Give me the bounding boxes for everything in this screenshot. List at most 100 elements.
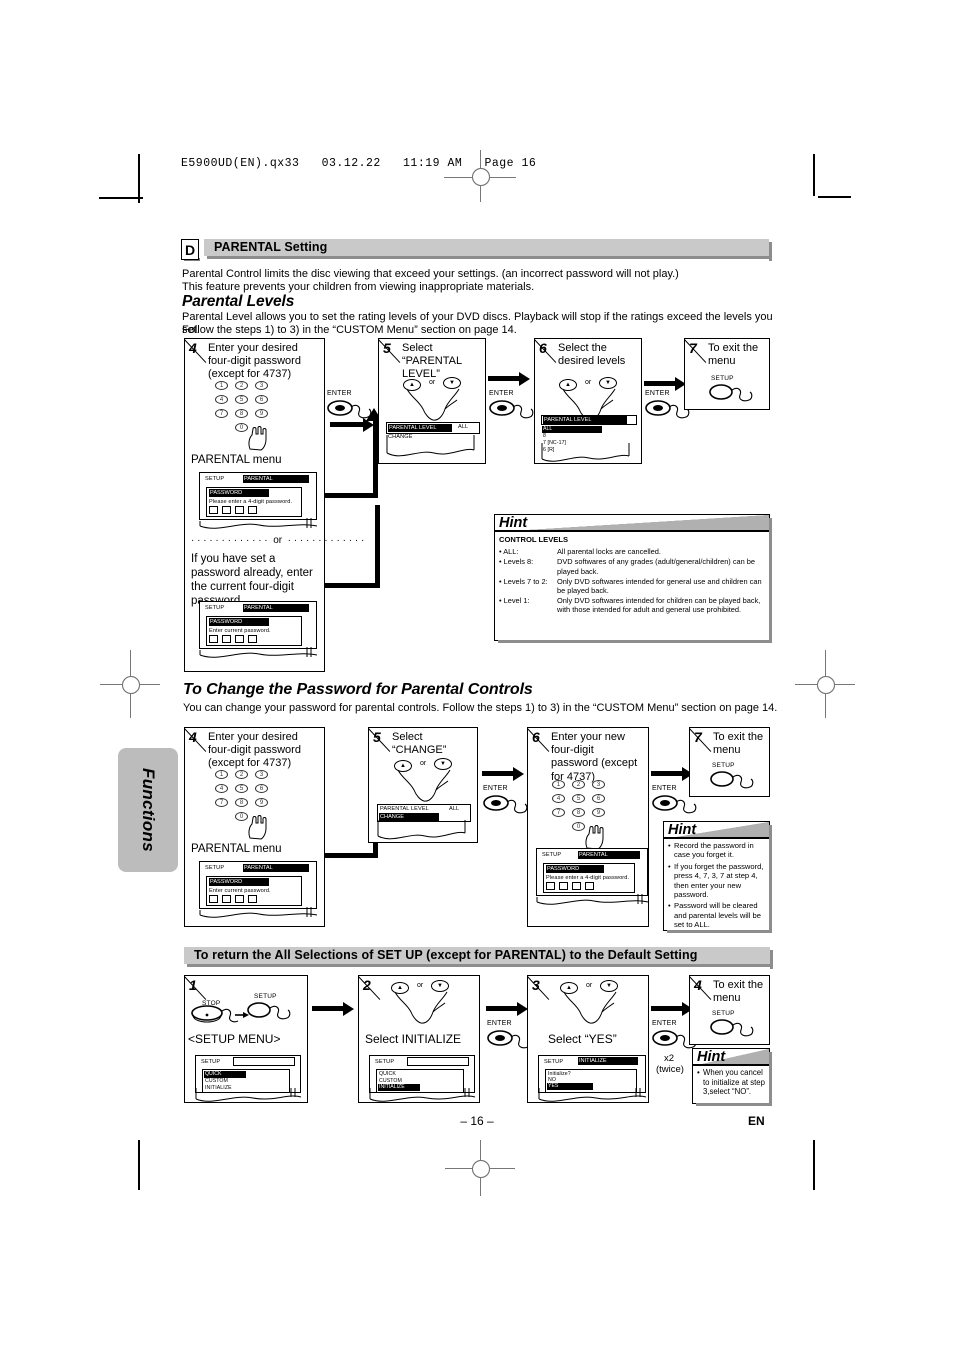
enter-button-icon[interactable] xyxy=(483,793,529,819)
step-box-5-change: 5 Select “CHANGE” ▲ or ▼ PARENTAL LEVEL … xyxy=(368,727,478,843)
osd-setup-menu-initialize: SETUP QUICK CUSTOM INITIALIZE xyxy=(369,1055,477,1102)
or-label: or xyxy=(586,982,593,989)
keypad-key-5[interactable]: 5 xyxy=(235,395,248,404)
osd-setup-label: SETUP xyxy=(375,1059,395,1065)
osd-item-quick[interactable]: QUICK xyxy=(379,1071,396,1077)
side-tab-functions: Functions xyxy=(118,748,178,872)
hint-row-value: All parental locks are cancelled. xyxy=(557,547,661,557)
flow-arrow-step5-to-step6 xyxy=(488,372,534,386)
osd-password-box xyxy=(546,882,555,890)
registration-mark-right xyxy=(795,650,855,718)
osd-parental-level-list: PARENTAL LEVEL ALL 8 7 [NC-17] 6 [R] xyxy=(541,415,639,463)
step-instruction: To exit the menu xyxy=(713,979,764,1005)
osd-torn-edge xyxy=(536,894,649,905)
keypad-key-4[interactable]: 4 xyxy=(215,395,228,404)
osd-list-item-all[interactable]: ALL xyxy=(542,426,602,433)
osd-list-item-8[interactable]: 8 xyxy=(543,433,546,439)
select-initialize-caption: Select INITIALIZE xyxy=(365,1032,462,1046)
hint-box-password: Hint Record the password in case you for… xyxy=(663,821,772,933)
osd-torn-edge xyxy=(386,435,475,457)
osd-tab-parental: PARENTAL xyxy=(243,864,309,872)
crop-mark-bottom-left-v xyxy=(138,1140,140,1190)
step-number: 1 xyxy=(189,977,197,993)
keypad-key-4[interactable]: 4 xyxy=(552,794,565,803)
hand-press-icon xyxy=(563,991,617,1024)
keypad-key-9[interactable]: 9 xyxy=(255,409,268,418)
keypad-key-3[interactable]: 3 xyxy=(255,381,268,390)
osd-password-box xyxy=(235,635,244,643)
osd-row-parental-level: PARENTAL LEVEL xyxy=(388,424,452,432)
keypad-key-6[interactable]: 6 xyxy=(255,784,268,793)
keypad-key-8[interactable]: 8 xyxy=(235,409,248,418)
osd-item-custom[interactable]: CUSTOM xyxy=(205,1078,228,1084)
hint-box-control-levels: Hint CONTROL LEVELS • ALL: All parental l… xyxy=(494,514,772,643)
enter-label: ENTER xyxy=(487,1020,512,1027)
keypad-key-2[interactable]: 2 xyxy=(572,780,585,789)
osd-password-box xyxy=(248,895,257,903)
osd-password-new: SETUP PARENTAL PASSWORD Please enter a 4… xyxy=(536,848,656,905)
section-header-parental: PARENTAL Setting xyxy=(204,239,772,261)
enter-label: ENTER xyxy=(489,390,514,397)
keypad-key-9[interactable]: 9 xyxy=(592,808,605,817)
flow-arrow-init-s1-to-s2 xyxy=(312,1002,358,1016)
change-password-desc: You can change your password for parenta… xyxy=(183,702,778,714)
osd-torn-edge xyxy=(199,907,318,918)
osd-setup-label: SETUP xyxy=(544,1059,564,1065)
keypad-key-8[interactable]: 8 xyxy=(235,798,248,807)
or-label: or xyxy=(585,379,592,386)
enter-button-icon[interactable] xyxy=(489,398,535,424)
setup-menu-caption: <SETUP MENU> xyxy=(188,1032,281,1046)
keypad-key-7[interactable]: 7 xyxy=(215,798,228,807)
keypad-key-7[interactable]: 7 xyxy=(552,808,565,817)
keypad-key-1[interactable]: 1 xyxy=(215,381,228,390)
keypad-key-4[interactable]: 4 xyxy=(215,784,228,793)
step-number: 5 xyxy=(383,340,391,356)
osd-setup-label: SETUP xyxy=(205,865,225,871)
keypad-key-1[interactable]: 1 xyxy=(552,780,565,789)
hint-item: Password will be cleared and parental le… xyxy=(668,901,766,929)
osd-torn-edge xyxy=(377,820,466,840)
section-header-title: PARENTAL Setting xyxy=(214,240,328,254)
flow-arrow-change-s5-to-s6 xyxy=(482,767,528,781)
hint-item: If you forget the password, press 4, 7, … xyxy=(668,862,766,900)
keypad-key-1[interactable]: 1 xyxy=(215,770,228,779)
step-box-6-levels: 6 Select the desired levels ▲ or ▼ PAREN… xyxy=(534,338,642,464)
osd-field-password: PASSWORD xyxy=(209,618,269,626)
osd-item-quick[interactable]: QUICK xyxy=(204,1071,246,1078)
osd-tab-parental: PARENTAL xyxy=(578,851,640,859)
section-header-initialize: To return the All Selections of SET UP (… xyxy=(184,947,773,969)
osd-setup-label: SETUP xyxy=(205,605,225,611)
keypad-key-5[interactable]: 5 xyxy=(572,794,585,803)
hint-row-value: Only DVD softwares intended for general … xyxy=(557,576,762,596)
keypad-key-7[interactable]: 7 xyxy=(215,409,228,418)
step-box-1-initialize: 1 STOP SETUP <SETUP MENU> SETUP QUICK CU… xyxy=(184,975,308,1103)
keypad-key-9[interactable]: 9 xyxy=(255,798,268,807)
step-number: 6 xyxy=(539,340,547,356)
keypad-key-6[interactable]: 6 xyxy=(255,395,268,404)
step-instruction: To exit the menu xyxy=(713,731,764,757)
manual-page: E5900UD(EN).qx33 03.12.22 11:19 AM Page … xyxy=(0,0,954,1351)
keypad-key-2[interactable]: 2 xyxy=(235,381,248,390)
hint-row-key: • Level 1: xyxy=(499,596,530,606)
hand-press-icon xyxy=(397,769,451,802)
step-instruction: Enter your desired four-digit password (… xyxy=(208,731,301,770)
keypad-key-3[interactable]: 3 xyxy=(592,780,605,789)
keypad-key-3[interactable]: 3 xyxy=(255,770,268,779)
setup-button-label: SETUP xyxy=(711,375,734,382)
hint-row: • Levels 7 to 2: Only DVD softwares inten… xyxy=(499,577,766,595)
keypad-key-2[interactable]: 2 xyxy=(235,770,248,779)
osd-password-new: SETUP PARENTAL PASSWORD Please enter a 4… xyxy=(199,472,319,529)
keypad-key-6[interactable]: 6 xyxy=(592,794,605,803)
crop-mark-top-right-v xyxy=(813,154,815,196)
parental-menu-label: PARENTAL menu xyxy=(191,843,282,855)
step-number: 4 xyxy=(694,977,702,993)
step-number: 6 xyxy=(532,729,540,745)
keypad-key-8[interactable]: 8 xyxy=(572,808,585,817)
osd-setup-menu: SETUP QUICK CUSTOM INITIALIZE xyxy=(195,1055,303,1102)
keypad-key-5[interactable]: 5 xyxy=(235,784,248,793)
step-instruction: Enter your desired four-digit password (… xyxy=(208,342,301,381)
osd-tab-parental: PARENTAL xyxy=(243,475,309,483)
osd-torn-edge xyxy=(199,647,318,658)
osd-password-box xyxy=(559,882,568,890)
remote-keypad: 1 2 3 4 5 6 7 8 9 0 xyxy=(552,780,642,850)
